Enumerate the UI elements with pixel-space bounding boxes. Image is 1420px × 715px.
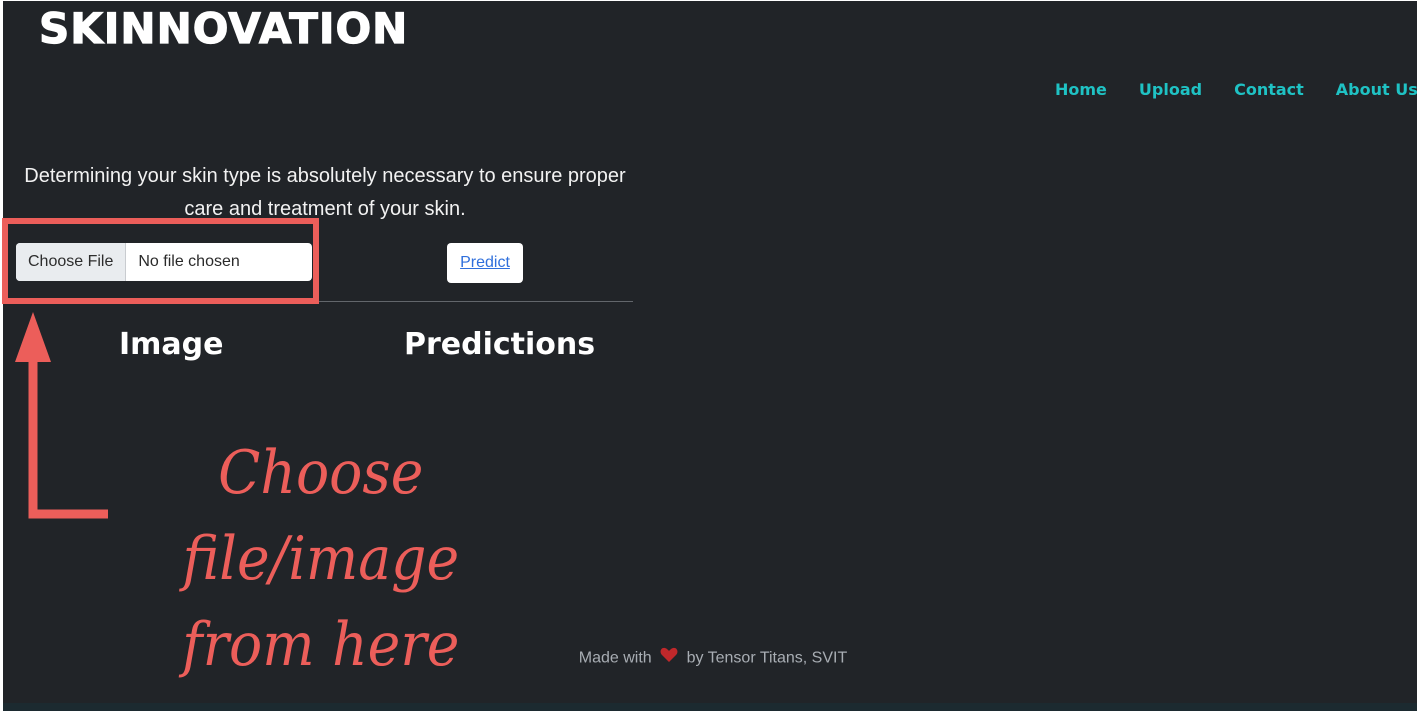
predict-button[interactable]: Predict xyxy=(447,243,523,283)
footer-prefix: Made with xyxy=(578,649,652,667)
file-input[interactable]: Choose File No file chosen xyxy=(16,243,312,281)
nav-about-us[interactable]: About Us xyxy=(1336,79,1417,101)
nav-upload[interactable]: Upload xyxy=(1139,79,1202,101)
nav-home[interactable]: Home xyxy=(1055,79,1107,101)
predict-label: Predict xyxy=(460,254,510,271)
annotation-line-2: from here xyxy=(182,610,460,680)
intro-text: Determining your skin type is absolutely… xyxy=(24,165,626,220)
annotation-text: Choose file/image from here xyxy=(100,430,542,688)
divider xyxy=(11,301,633,302)
file-status: No file chosen xyxy=(138,253,240,270)
predictions-heading: Predictions xyxy=(404,327,596,362)
choose-file-button[interactable]: Choose File xyxy=(16,243,127,281)
bottom-strip xyxy=(3,703,1417,711)
nav-contact[interactable]: Contact xyxy=(1234,79,1304,101)
main-nav: Home Upload Contact About Us xyxy=(1055,79,1417,101)
annotation-line-1: Choose file/image xyxy=(182,438,460,594)
heart-icon xyxy=(660,647,678,670)
brand-logo[interactable]: SKINNOVATION xyxy=(38,3,408,55)
image-heading: Image xyxy=(119,327,224,362)
footer-suffix: by Tensor Titans, SVIT xyxy=(686,649,848,667)
